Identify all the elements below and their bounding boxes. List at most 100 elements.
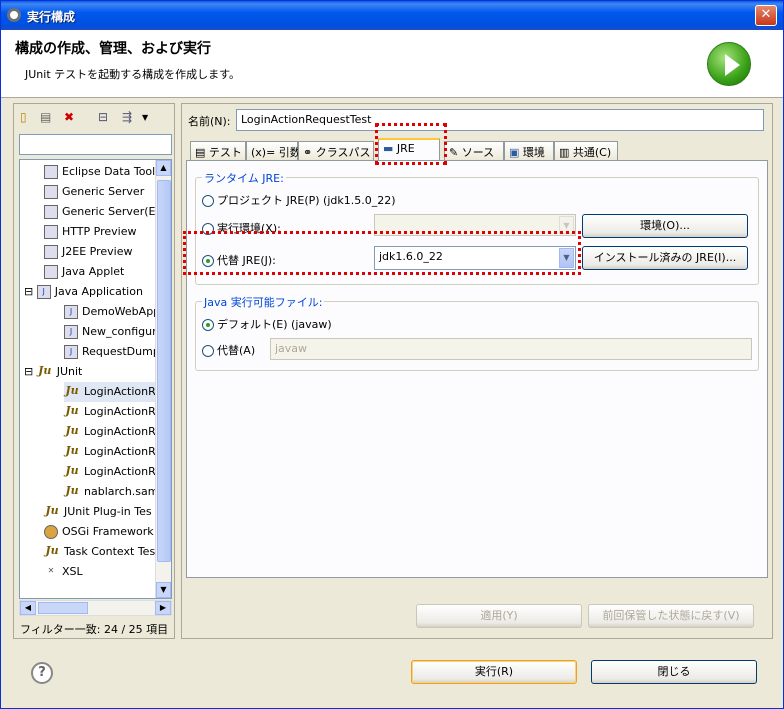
server-icon xyxy=(44,225,58,239)
tab-source[interactable]: ✎ ソース xyxy=(444,141,504,160)
alternate-executable-radio[interactable]: 代替(A) xyxy=(202,342,255,358)
collapse-all-icon[interactable]: ⊟ xyxy=(98,110,108,124)
eclipse-icon xyxy=(7,8,21,22)
applet-icon xyxy=(44,265,58,279)
java-app-icon: J xyxy=(64,345,78,359)
tree-item-loginaction-3[interactable]: Ju LoginActionRe xyxy=(64,422,162,442)
server-icon xyxy=(44,185,58,199)
tree-item-loginactionrequesttest-selected[interactable]: Ju LoginActionRe xyxy=(64,382,167,402)
tab-classpath[interactable]: ⚭ クラスパス xyxy=(298,141,374,160)
java-executable-group: Java 実行可能ファイル: デフォルト(E) (javaw) 代替(A) ja… xyxy=(195,294,759,371)
tree-item-junit-plugin-test[interactable]: Ju JUnit Plug-in Tes xyxy=(44,502,151,522)
tree-item-java-applet[interactable]: Java Applet xyxy=(44,262,124,282)
junit-icon: Ju xyxy=(65,444,79,457)
server-icon xyxy=(44,245,58,259)
tree-item-requestdump[interactable]: J RequestDump xyxy=(64,342,160,362)
tree-vertical-scrollbar[interactable]: ▲ ▼ xyxy=(155,160,171,598)
scroll-left-icon[interactable]: ◀ xyxy=(20,601,36,615)
radio-selected-icon xyxy=(202,319,214,331)
tree-horizontal-scrollbar[interactable]: ◀ ▶ xyxy=(19,600,172,616)
junit-plugin-icon: Ju xyxy=(45,504,59,517)
xsl-icon: ✕ xyxy=(47,566,55,575)
config-toolbar: ▯ ▤ ✖ ⊟ ⇶ ▼ xyxy=(18,108,174,130)
tree-item-http-preview[interactable]: HTTP Preview xyxy=(44,222,136,242)
junit-icon: Ju xyxy=(65,424,79,437)
title-bar[interactable]: 実行構成 ✕ xyxy=(1,1,783,30)
config-tree: Eclipse Data Tool Generic Server Generic… xyxy=(19,159,172,599)
tab-common[interactable]: ▥ 共通(C) xyxy=(554,141,618,160)
tree-item-task-context-test[interactable]: Ju Task Context Test xyxy=(44,542,159,562)
tab-arguments[interactable]: (x)= 引数 xyxy=(246,141,301,160)
hscroll-thumb[interactable] xyxy=(38,602,88,614)
tree-item-new-configuration[interactable]: J New_configur xyxy=(64,322,157,342)
java-app-icon: J xyxy=(64,325,78,339)
java-executable-group-label: Java 実行可能ファイル: xyxy=(202,294,325,310)
junit-icon: Ju xyxy=(65,404,79,417)
new-config-icon[interactable]: ▯ xyxy=(20,110,27,124)
tree-item-nablarch-sam[interactable]: Ju nablarch.sam xyxy=(64,482,158,502)
collapse-icon[interactable]: ⊟ xyxy=(24,285,33,298)
classpath-tab-icon: ⚭ xyxy=(303,146,316,159)
project-jre-radio[interactable]: プロジェクト JRE(P) (jdk1.5.0_22) xyxy=(202,192,396,208)
environments-button[interactable]: 環境(O)... xyxy=(582,214,748,238)
tree-item-generic-server[interactable]: Generic Server xyxy=(44,182,144,202)
tree-item-loginaction-4[interactable]: Ju LoginActionRe xyxy=(64,442,162,462)
radio-icon xyxy=(202,345,214,357)
page-title: 構成の作成、管理、および実行 xyxy=(15,41,211,57)
close-icon[interactable]: ✕ xyxy=(755,5,777,26)
header-banner: 構成の作成、管理、および実行 JUnit テストを起動する構成を作成します。 xyxy=(1,30,783,98)
dialog-footer: ? 実行(R) 閉じる xyxy=(1,646,783,708)
close-button[interactable]: 閉じる xyxy=(591,660,757,684)
view-menu-chevron-down-icon[interactable]: ▼ xyxy=(142,113,148,122)
page-description: JUnit テストを起動する構成を作成します。 xyxy=(25,68,241,81)
run-button[interactable]: 実行(R) xyxy=(411,660,577,684)
tree-item-loginaction-5[interactable]: Ju LoginActionRe xyxy=(64,462,162,482)
tree-item-java-application[interactable]: ⊟ J Java Application xyxy=(24,282,143,302)
tab-environment[interactable]: ▣ 環境 xyxy=(504,141,554,160)
apply-button[interactable]: 適用(Y) xyxy=(416,604,582,628)
tree-item-junit[interactable]: ⊟ Ju JUnit xyxy=(24,362,82,382)
tree-item-generic-server-e[interactable]: Generic Server(E xyxy=(44,202,155,222)
name-label: 名前(N): xyxy=(188,115,231,128)
scroll-right-icon[interactable]: ▶ xyxy=(155,601,171,615)
junit-icon: Ju xyxy=(45,544,59,557)
run-icon xyxy=(707,42,751,86)
source-tab-icon: ✎ xyxy=(449,146,462,159)
scroll-up-icon[interactable]: ▲ xyxy=(156,160,171,176)
java-app-icon: J xyxy=(64,305,78,319)
tree-item-osgi-framework[interactable]: OSGi Framework xyxy=(44,522,154,542)
jre-tab-content: ランタイム JRE: プロジェクト JRE(P) (jdk1.5.0_22) 実… xyxy=(186,160,768,578)
collapse-icon[interactable]: ⊟ xyxy=(24,365,33,378)
tree-item-eclipse-data-tool[interactable]: Eclipse Data Tool xyxy=(44,162,155,182)
name-input[interactable]: LoginActionRequestTest xyxy=(236,109,764,131)
tab-test[interactable]: ▤ テスト xyxy=(190,141,246,160)
scroll-thumb[interactable] xyxy=(157,180,171,562)
osgi-icon xyxy=(44,525,58,539)
tree-item-demowebapp[interactable]: J DemoWebApp xyxy=(64,302,160,322)
tree-item-j2ee-preview[interactable]: J2EE Preview xyxy=(44,242,132,262)
tree-item-xsl[interactable]: ✕ XSL xyxy=(44,562,83,582)
revert-button[interactable]: 前回保管した状態に戻す(V) xyxy=(588,604,754,628)
window-title: 実行構成 xyxy=(27,10,76,24)
installed-jres-button[interactable]: インストール済みの JRE(I)... xyxy=(582,246,748,270)
help-icon[interactable]: ? xyxy=(31,662,53,684)
junit-icon: Ju xyxy=(38,364,52,377)
scroll-down-icon[interactable]: ▼ xyxy=(156,582,171,598)
tree-item-loginaction-2[interactable]: Ju LoginActionRe xyxy=(64,402,162,422)
alternate-executable-input[interactable]: javaw xyxy=(270,338,752,360)
duplicate-icon[interactable]: ▤ xyxy=(40,110,51,124)
filter-icon[interactable]: ⇶ xyxy=(122,110,132,124)
radio-icon xyxy=(202,195,214,207)
jre-tab-highlight xyxy=(375,123,447,165)
server-icon xyxy=(44,205,58,219)
config-tabs: ▤ テスト (x)= 引数 ⚭ クラスパス ▬ JRE ✎ ソース ▣ 環境 ▥… xyxy=(186,138,770,161)
default-executable-radio[interactable]: デフォルト(E) (javaw) xyxy=(202,316,332,332)
junit-icon: Ju xyxy=(65,464,79,477)
filter-input[interactable] xyxy=(19,134,172,155)
env-tab-icon: ▣ xyxy=(509,146,523,159)
delete-icon[interactable]: ✖ xyxy=(64,110,74,124)
common-tab-icon: ▥ xyxy=(559,146,573,159)
data-tool-icon xyxy=(44,165,58,179)
junit-icon: Ju xyxy=(65,384,79,397)
config-list-panel: ▯ ▤ ✖ ⊟ ⇶ ▼ Eclipse Data Tool Generic Se… xyxy=(13,103,175,639)
